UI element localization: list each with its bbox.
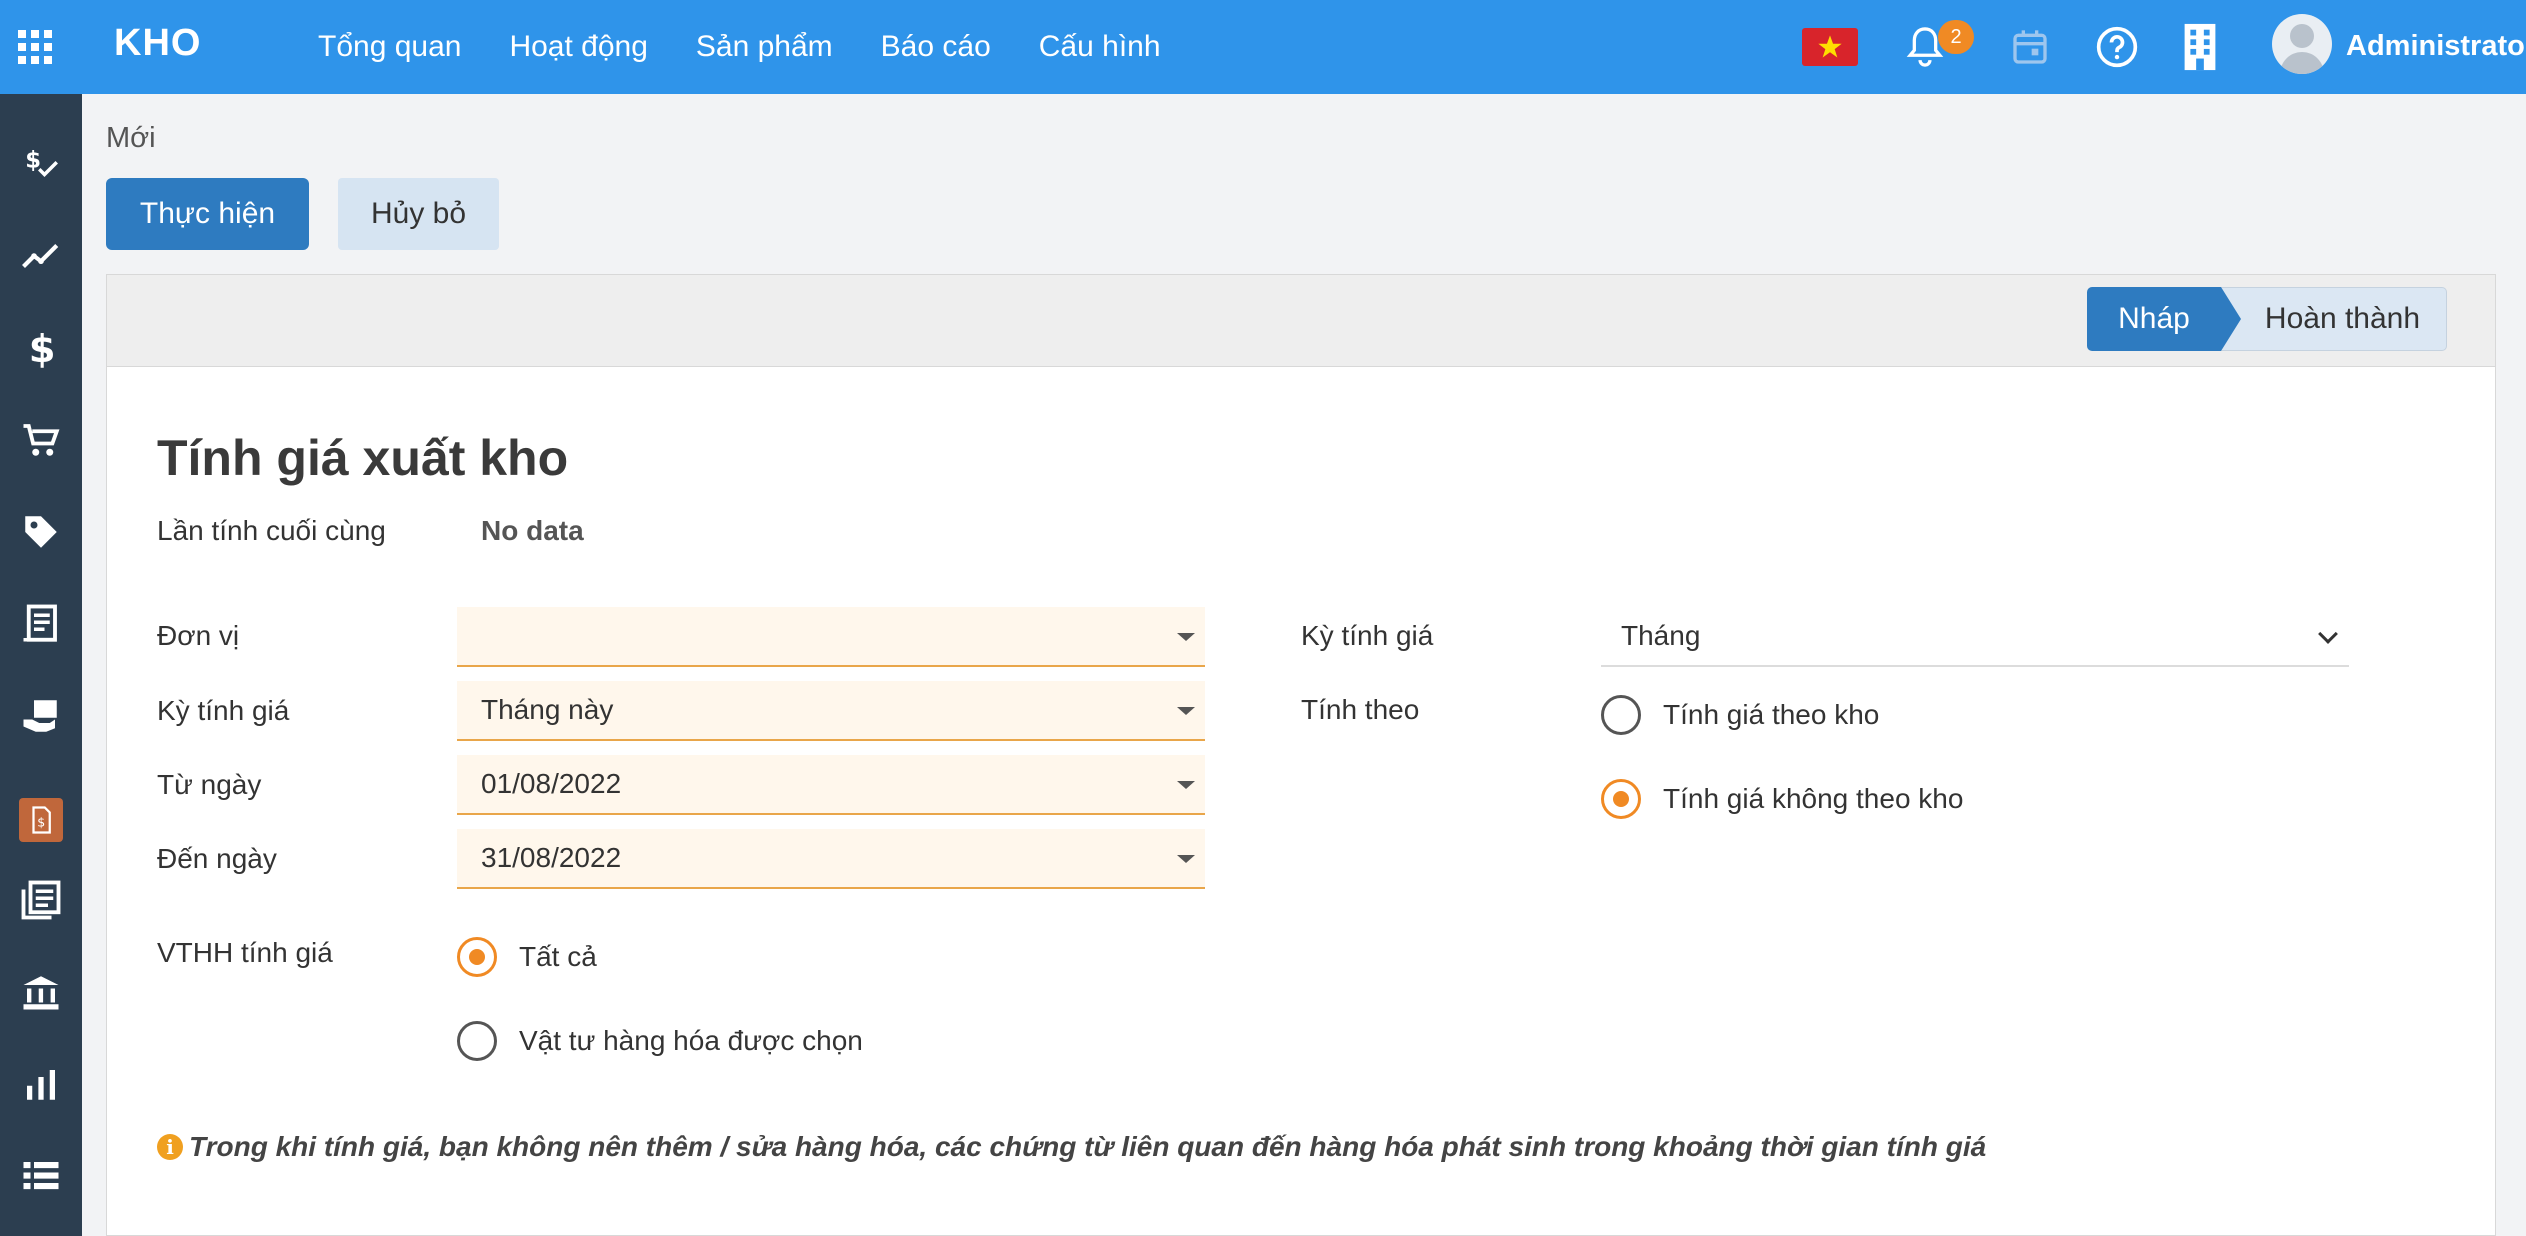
warning-note: i Trong khi tính giá, bạn không nên thêm…: [157, 1131, 1986, 1163]
goods-selected-radio[interactable]: Vật tư hàng hóa được chọn: [457, 1021, 863, 1061]
list-icon[interactable]: [0, 1146, 82, 1206]
top-bar: KHO Tổng quan Hoạt động Sản phẩm Báo cáo…: [0, 0, 2526, 94]
username[interactable]: Administrator: [2346, 30, 2526, 63]
cancel-button[interactable]: Hủy bỏ: [338, 178, 499, 250]
calc-by-label: Tính theo: [1301, 694, 1420, 725]
status-bar: Nháp Hoàn thành: [2087, 287, 2447, 351]
invoice-icon[interactable]: $: [0, 790, 82, 850]
calc-by-no-warehouse-radio[interactable]: Tính giá không theo kho: [1601, 779, 1963, 819]
unit-select[interactable]: [457, 607, 1205, 667]
bank-icon[interactable]: [0, 962, 82, 1022]
page-title: Tính giá xuất kho: [157, 430, 569, 486]
note-text: Trong khi tính giá, bạn không nên thêm /…: [189, 1131, 1987, 1162]
caret-down-icon: [1177, 707, 1195, 715]
calc-by-warehouse-label: Tính giá theo kho: [1663, 699, 1880, 730]
period-type-label: Kỳ tính giá: [1301, 620, 1434, 651]
bar-chart-icon[interactable]: [0, 1054, 82, 1114]
radio-unchecked: [457, 1021, 497, 1061]
brand-title[interactable]: KHO: [114, 22, 201, 65]
period-type-select[interactable]: Tháng: [1601, 607, 2349, 667]
radio-checked: [457, 937, 497, 977]
book-list-icon[interactable]: [0, 870, 82, 930]
from-date-field[interactable]: 01/08/2022: [457, 755, 1205, 815]
goods-selected-label: Vật tư hàng hóa được chọn: [519, 1025, 863, 1056]
unit-label: Đơn vị: [157, 620, 240, 651]
left-sidebar: $ $ $: [0, 94, 82, 1236]
to-date-value: 31/08/2022: [481, 842, 622, 873]
nav-overview[interactable]: Tổng quan: [318, 30, 461, 64]
notification-badge: 2: [1938, 20, 1974, 54]
info-icon: i: [157, 1134, 183, 1160]
receipt-icon[interactable]: [0, 594, 82, 654]
caret-down-icon: [1177, 633, 1195, 641]
nav-products[interactable]: Sản phẩm: [696, 30, 833, 64]
calc-by-warehouse-radio[interactable]: Tính giá theo kho: [1601, 695, 1879, 735]
user-avatar[interactable]: [2272, 14, 2332, 74]
period-type-value: Tháng: [1621, 620, 1701, 651]
to-date-label: Đến ngày: [157, 843, 277, 874]
tag-icon[interactable]: [0, 502, 82, 562]
nav-operations[interactable]: Hoạt động: [509, 30, 647, 64]
hand-money-icon[interactable]: [0, 686, 82, 746]
breadcrumb: Mới: [106, 122, 156, 154]
nav-settings[interactable]: Cấu hình: [1039, 30, 1161, 64]
to-date-field[interactable]: 31/08/2022: [457, 829, 1205, 889]
period-select[interactable]: Tháng này: [457, 681, 1205, 741]
status-done[interactable]: Hoàn thành: [2221, 287, 2447, 351]
last-calc-label: Lần tính cuối cùng: [157, 515, 386, 546]
radio-unchecked: [1601, 695, 1641, 735]
help-icon[interactable]: [2095, 25, 2139, 69]
calc-by-no-warehouse-label: Tính giá không theo kho: [1663, 783, 1964, 814]
caret-down-icon: [1177, 855, 1195, 863]
from-date-value: 01/08/2022: [481, 768, 622, 799]
period-label: Kỳ tính giá: [157, 695, 290, 726]
execute-button[interactable]: Thực hiện: [106, 178, 309, 250]
last-calc-value: No data: [481, 515, 584, 546]
svg-text:$: $: [37, 814, 45, 829]
sheet-header: Nháp Hoàn thành: [107, 275, 2495, 367]
apps-grid-icon[interactable]: [18, 30, 52, 64]
radio-checked: [1601, 779, 1641, 819]
building-icon[interactable]: [2180, 22, 2220, 72]
money-check-icon[interactable]: $: [0, 134, 82, 194]
cart-icon[interactable]: [0, 410, 82, 470]
status-draft[interactable]: Nháp: [2087, 287, 2241, 351]
svg-text:$: $: [29, 327, 56, 369]
nav-reports[interactable]: Báo cáo: [881, 30, 991, 64]
top-nav: Tổng quan Hoạt động Sản phẩm Báo cáo Cấu…: [318, 0, 1209, 94]
vietnam-flag-icon[interactable]: [1802, 28, 1858, 66]
svg-text:$: $: [25, 148, 41, 174]
goods-label: VTHH tính giá: [157, 937, 333, 968]
chevron-down-icon: [2318, 624, 2338, 644]
form-sheet: Nháp Hoàn thành Tính giá xuất kho Lần tí…: [106, 274, 2496, 1236]
calendar-icon[interactable]: [2010, 26, 2050, 68]
from-date-label: Từ ngày: [157, 769, 262, 800]
dollar-icon[interactable]: $: [0, 318, 82, 378]
period-value: Tháng này: [481, 694, 614, 725]
caret-down-icon: [1177, 781, 1195, 789]
trend-chart-icon[interactable]: [0, 226, 82, 286]
goods-all-label: Tất cả: [519, 941, 597, 972]
goods-all-radio[interactable]: Tất cả: [457, 937, 597, 977]
